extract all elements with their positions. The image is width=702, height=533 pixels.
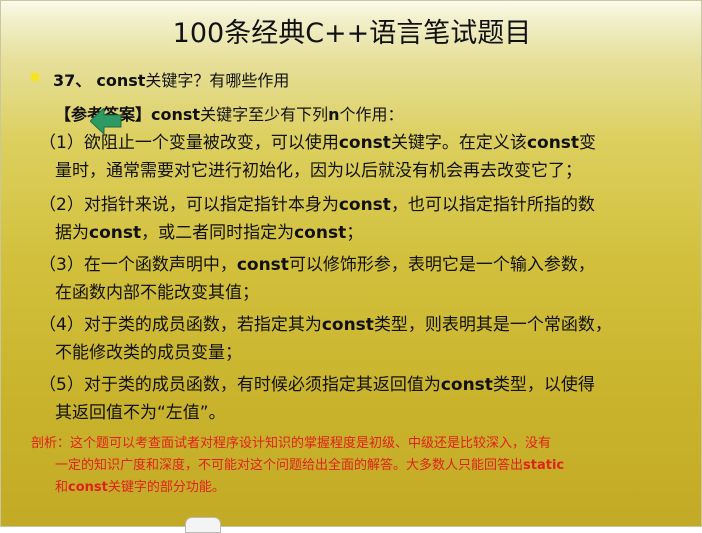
- keyword-text: const: [236, 255, 289, 275]
- answer-item-line: （1）欲阻止一个变量被改变，可以使用const关键字。在定义该const变: [39, 129, 679, 157]
- keyword-text: const: [338, 133, 391, 153]
- body-text: ；: [346, 223, 364, 243]
- body-text: 类型，以使得: [492, 375, 595, 395]
- answer-item: （2）对指针来说，可以指定指针本身为const，也可以指定指针所指的数 据为con…: [39, 191, 679, 247]
- answer-item-line: （3）在一个函数声明中，const可以修饰形参，表明它是一个输入参数，: [39, 251, 679, 279]
- body-text: （4）对于类的成员函数，若指定其为: [39, 315, 322, 335]
- keyword-text: const: [526, 133, 580, 153]
- body-text: 不能修改类的成员变量；: [55, 343, 242, 363]
- analysis-text: 和: [55, 480, 69, 495]
- analysis-text: 一定的知识广度和深度，不可能对这个问题给出全面的解答。大多数人只能回答出: [55, 458, 524, 473]
- answer-item: （3）在一个函数声明中，const可以修饰形参，表明它是一个输入参数， 在函数内部…: [39, 251, 679, 307]
- answer-item-line: （4）对于类的成员函数，若指定其为const类型，则表明其是一个常函数，: [39, 311, 679, 339]
- body-text: 在函数内部不能改变其值；: [55, 283, 259, 303]
- slide-nav-tab[interactable]: [185, 517, 221, 533]
- body-text: 其返回值不为“左值”。: [55, 403, 226, 423]
- body-text: 据为: [55, 223, 89, 243]
- question-keyword: const: [96, 71, 146, 90]
- body-text: （3）在一个函数声明中，: [39, 255, 237, 275]
- analysis-keyword: const: [68, 480, 108, 495]
- body-text: 关键字。在定义该: [390, 133, 527, 153]
- answer-item: （4）对于类的成员函数，若指定其为const类型，则表明其是一个常函数， 不能修改…: [39, 311, 679, 367]
- body-text: ，也可以指定指针所指的数: [390, 195, 595, 215]
- answer-text-mid: 关键字至少有下列: [200, 105, 329, 124]
- answer-item-line: 在函数内部不能改变其值；: [39, 279, 679, 307]
- body-text: 类型，则表明其是一个常函数，: [373, 315, 612, 335]
- question-text: 关键字？有哪些作用: [145, 71, 290, 90]
- keyword-text: const: [440, 375, 493, 395]
- answer-n: n: [328, 105, 340, 124]
- bullet-square-icon: [31, 73, 39, 81]
- analysis-text: 关键字的部分功能。: [107, 480, 225, 495]
- body-text: （5）对于类的成员函数，有时候必须指定其返回值为: [39, 375, 441, 395]
- answer-item-line: （5）对于类的成员函数，有时候必须指定其返回值为const类型，以使得: [39, 371, 679, 399]
- keyword-text: const: [321, 315, 374, 335]
- analysis-line: 一定的知识广度和深度，不可能对这个问题给出全面的解答。大多数人只能回答出stat…: [31, 455, 681, 477]
- body-text: （1）欲阻止一个变量被改变，可以使用: [39, 133, 339, 153]
- analysis-keyword: static: [523, 458, 565, 473]
- slide: 100条经典C++语言笔试题目 37、 const关键字？有哪些作用 【参考答案…: [0, 0, 702, 533]
- analysis-paragraph: 剖析：这个题可以考查面试者对程序设计知识的掌握程度是初级、中级还是比较深入，没有…: [31, 433, 681, 499]
- keyword-text: const: [89, 223, 142, 243]
- analysis-line: 剖析：这个题可以考查面试者对程序设计知识的掌握程度是初级、中级还是比较深入，没有: [31, 433, 681, 455]
- answer-item: （5）对于类的成员函数，有时候必须指定其返回值为const类型，以使得其返回值不…: [39, 371, 679, 427]
- answer-keyword: const: [151, 105, 201, 124]
- answer-text-end: 个作用：: [339, 105, 404, 124]
- body-text: 量时，通常需要对它进行初始化，因为以后就没有机会再去改变它了；: [55, 161, 582, 181]
- keyword-text: const: [338, 195, 391, 215]
- answer-item-line: 据为const，或二者同时指定为const；: [39, 219, 679, 247]
- answer-item-line: 其返回值不为“左值”。: [39, 399, 679, 427]
- question-line: 37、 const关键字？有哪些作用: [53, 67, 289, 91]
- body-text: 变: [579, 133, 597, 153]
- answer-item-line: 量时，通常需要对它进行初始化，因为以后就没有机会再去改变它了；: [39, 157, 679, 185]
- body-text: ，或二者同时指定为: [141, 223, 295, 243]
- question-number: 37、: [53, 71, 92, 90]
- answer-item-line: 不能修改类的成员变量；: [39, 339, 679, 367]
- answer-item-line: （2）对指针来说，可以指定指针本身为const，也可以指定指针所指的数: [39, 191, 679, 219]
- body-text: （2）对指针来说，可以指定指针本身为: [39, 195, 339, 215]
- body-text: 可以修饰形参，表明它是一个输入参数，: [288, 255, 595, 275]
- keyword-text: const: [294, 223, 347, 243]
- slide-title: 100条经典C++语言笔试题目: [172, 18, 532, 49]
- analysis-line: 和const关键字的部分功能。: [31, 477, 681, 499]
- analysis-text: 剖析：这个题可以考查面试者对程序设计知识的掌握程度是初级、中级还是比较深入，没有: [31, 436, 552, 451]
- answer-item: （1）欲阻止一个变量被改变，可以使用const关键字。在定义该const变 量时，…: [39, 129, 679, 185]
